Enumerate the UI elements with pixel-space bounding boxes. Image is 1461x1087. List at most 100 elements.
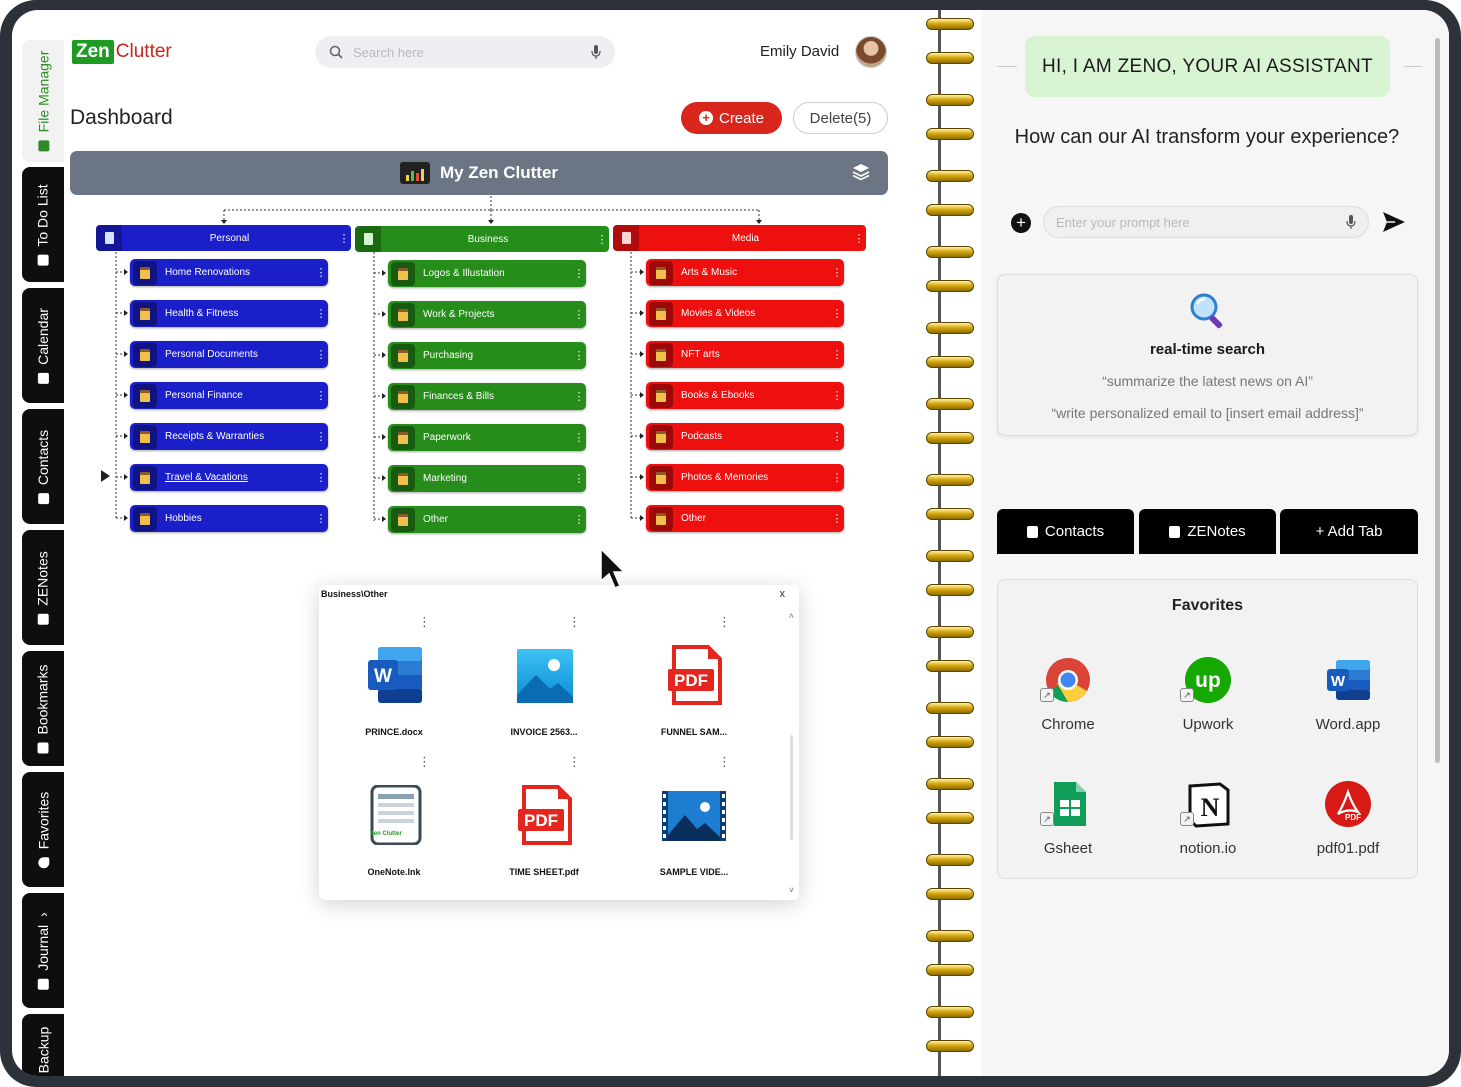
folder-logos-illustation[interactable]: Logos & Illustation ⋮: [388, 260, 586, 287]
favorite-item[interactable]: ↗ Gsheet: [1008, 780, 1128, 870]
spiral-ring: [926, 660, 974, 672]
more-menu-icon[interactable]: ⋮: [314, 430, 328, 443]
scroll-up-icon[interactable]: ˄: [789, 611, 794, 621]
file-item[interactable]: ⋮ PDF TIME SHEET.pdf: [489, 755, 599, 892]
right-panel-scrollbar[interactable]: [1435, 38, 1440, 763]
sidebar-tab-journal[interactable]: Journal ›: [22, 893, 64, 1008]
real-time-search-card[interactable]: real-time search “summarize the latest n…: [997, 274, 1418, 436]
more-menu-icon[interactable]: ⋮: [718, 755, 731, 768]
folder-podcasts[interactable]: Podcasts ⋮: [646, 423, 844, 450]
favorite-item[interactable]: up ↗ Upwork: [1148, 656, 1268, 746]
more-menu-icon[interactable]: ⋮: [852, 232, 866, 245]
folder-travel-vacations[interactable]: Travel & Vacations ⋮: [130, 464, 328, 491]
tab-contacts[interactable]: Contacts: [997, 509, 1134, 554]
folder-work-projects[interactable]: Work & Projects ⋮: [388, 301, 586, 328]
sidebar-tab-favorites[interactable]: Favorites: [22, 772, 64, 887]
file-item[interactable]: ⋮ INVOICE 2563...: [489, 615, 599, 752]
send-icon[interactable]: [1382, 211, 1406, 233]
more-menu-icon[interactable]: ·: [449, 895, 453, 900]
more-menu-icon[interactable]: ⋮: [568, 755, 581, 768]
more-menu-icon[interactable]: ⋮: [830, 266, 844, 279]
folder-home-renovations[interactable]: Home Renovations ⋮: [130, 259, 328, 286]
folder-finances-bills[interactable]: Finances & Bills ⋮: [388, 383, 586, 410]
sidebar-tab-backup[interactable]: Backup: [22, 1014, 64, 1076]
spiral-ring: [926, 888, 974, 900]
more-menu-icon[interactable]: ⋮: [418, 615, 431, 628]
folder-label: NFT arts: [681, 349, 720, 360]
close-icon[interactable]: x: [780, 588, 786, 600]
more-menu-icon[interactable]: ⋮: [572, 349, 586, 362]
more-menu-icon[interactable]: ⋮: [314, 512, 328, 525]
more-menu-icon[interactable]: ⋮: [595, 233, 609, 246]
example-prompt[interactable]: “summarize the latest news on AI”: [998, 373, 1417, 389]
folder-nft-arts[interactable]: NFT arts ⋮: [646, 341, 844, 368]
file-name: FUNNEL SAM...: [660, 727, 728, 737]
more-menu-icon[interactable]: ⋮: [830, 307, 844, 320]
microphone-icon[interactable]: [1346, 215, 1356, 229]
folder-business-other[interactable]: Other ⋮: [388, 506, 586, 533]
more-menu-icon[interactable]: ⋮: [314, 348, 328, 361]
folder-media-other[interactable]: Other ⋮: [646, 505, 844, 532]
more-menu-icon[interactable]: ⋮: [830, 512, 844, 525]
more-menu-icon[interactable]: ⋮: [572, 267, 586, 280]
more-menu-icon[interactable]: ⋮: [830, 348, 844, 361]
more-menu-icon[interactable]: ⋮: [572, 431, 586, 444]
prompt-bar: [1043, 206, 1369, 238]
favorite-item[interactable]: ↗ Chrome: [1008, 656, 1128, 746]
more-menu-icon[interactable]: ⋮: [418, 755, 431, 768]
category-business[interactable]: Business ⋮: [355, 226, 609, 252]
more-menu-icon[interactable]: ⋮: [314, 389, 328, 402]
folder-personal-documents[interactable]: Personal Documents ⋮: [130, 341, 328, 368]
scroll-down-icon[interactable]: ˅: [789, 885, 794, 895]
more-menu-icon[interactable]: ⋮: [572, 390, 586, 403]
folder-books-ebooks[interactable]: Books & Ebooks ⋮: [646, 382, 844, 409]
more-menu-icon[interactable]: ⋮: [572, 308, 586, 321]
spiral-ring: [926, 356, 974, 368]
file-panel-scrollbar[interactable]: [790, 735, 793, 840]
file-item[interactable]: ⋮ W PRINCE.docx: [339, 615, 449, 752]
file-item[interactable]: ⋮ SAMPLE VIDE...: [639, 755, 749, 892]
category-personal[interactable]: Personal ⋮: [96, 225, 351, 251]
more-menu-icon[interactable]: ⋮: [830, 430, 844, 443]
folder-personal-finance[interactable]: Personal Finance ⋮: [130, 382, 328, 409]
file-item[interactable]: ⋮ Zen Clutter OneNote.lnk: [339, 755, 449, 892]
category-media[interactable]: Media ⋮: [613, 225, 866, 251]
folder-icon: [649, 465, 673, 490]
favorite-item[interactable]: PDF pdf01.pdf: [1288, 780, 1408, 870]
sidebar-tab-zenotes[interactable]: ZENotes: [22, 530, 64, 645]
favorite-item[interactable]: N ↗ notion.io: [1148, 780, 1268, 870]
more-menu-icon[interactable]: ⋮: [718, 615, 731, 628]
more-menu-icon[interactable]: ⋮: [568, 615, 581, 628]
file-item[interactable]: ⋮ PDF FUNNEL SAM...: [639, 615, 749, 752]
folder-receipts-warranties[interactable]: Receipts & Warranties ⋮: [130, 423, 328, 450]
folder-marketing[interactable]: Marketing ⋮: [388, 465, 586, 492]
tree-arrow-icon: [124, 351, 128, 357]
example-prompt[interactable]: “write personalized email to [insert ema…: [998, 405, 1417, 421]
more-menu-icon[interactable]: ⋮: [830, 471, 844, 484]
favorite-item[interactable]: W Word.app: [1288, 656, 1408, 746]
more-menu-icon[interactable]: ⋮: [314, 471, 328, 484]
more-menu-icon[interactable]: ⋮: [337, 232, 351, 245]
folder-purchasing[interactable]: Purchasing ⋮: [388, 342, 586, 369]
spiral-ring: [926, 204, 974, 216]
assistant-title: HI, I AM ZENO, YOUR AI ASSISTANT: [1025, 36, 1390, 97]
more-menu-icon[interactable]: ⋮: [572, 472, 586, 485]
folder-photos-memories[interactable]: Photos & Memories ⋮: [646, 464, 844, 491]
more-menu-icon[interactable]: ⋮: [572, 513, 586, 526]
prompt-input[interactable]: [1056, 214, 1346, 230]
folder-icon: [133, 424, 157, 449]
more-menu-icon[interactable]: ⋮: [314, 266, 328, 279]
more-menu-icon[interactable]: ⋮: [830, 389, 844, 402]
add-attachment-icon[interactable]: +: [1011, 213, 1031, 233]
folder-icon: [649, 301, 673, 326]
folder-arts-music[interactable]: Arts & Music ⋮: [646, 259, 844, 286]
folder-health-fitness[interactable]: Health & Fitness ⋮: [130, 300, 328, 327]
more-menu-icon[interactable]: ⋮: [314, 307, 328, 320]
sidebar-tab-bookmarks[interactable]: Bookmarks: [22, 651, 64, 766]
folder-paperwork[interactable]: Paperwork ⋮: [388, 424, 586, 451]
folder-hobbies[interactable]: Hobbies ⋮: [130, 505, 328, 532]
tab-label: Contacts: [1044, 523, 1105, 540]
tab-zenotes[interactable]: ZENotes: [1139, 509, 1276, 554]
tab-add[interactable]: + Add Tab: [1280, 509, 1418, 554]
folder-movies-videos[interactable]: Movies & Videos ⋮: [646, 300, 844, 327]
